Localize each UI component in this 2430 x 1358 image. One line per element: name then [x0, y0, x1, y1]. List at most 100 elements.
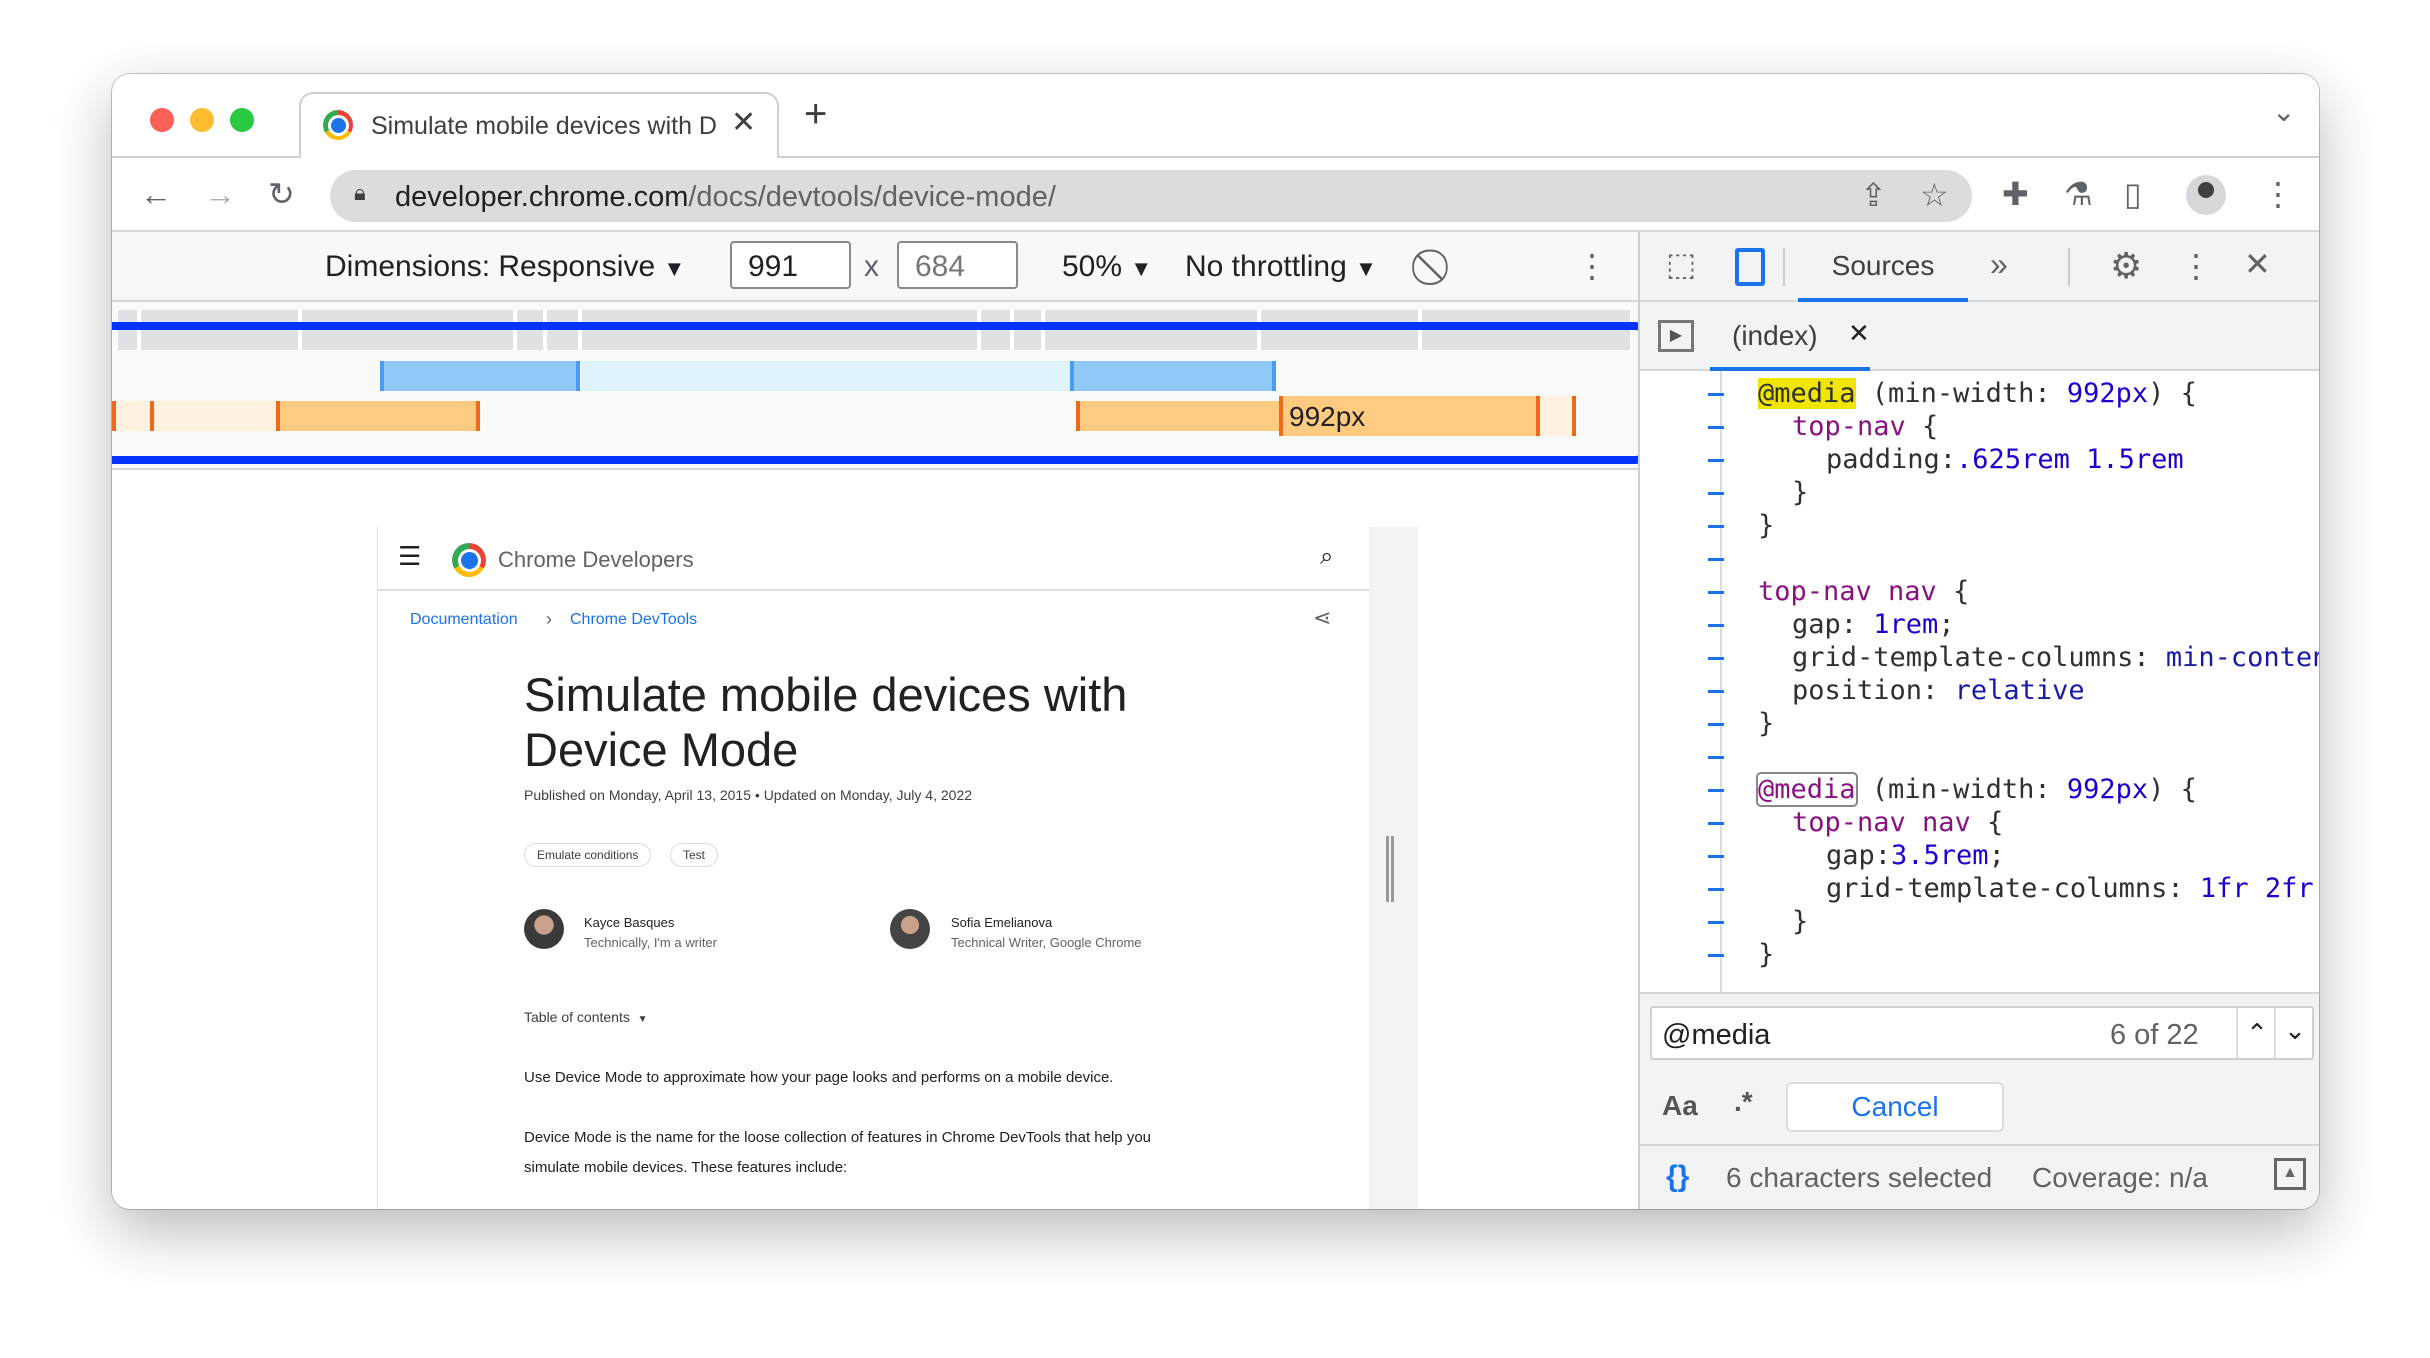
dropdown-arrow-icon: ▼ — [1130, 256, 1153, 281]
search-input[interactable]: @media 6 of 22 ⌃ ⌄ — [1650, 1006, 2314, 1060]
search-icon[interactable]: ⌕ — [1320, 545, 1333, 569]
author-1: Kayce Basques Technically, I'm a writer — [584, 913, 717, 953]
more-tabs-icon[interactable]: » — [1990, 248, 2008, 280]
breadcrumb-documentation[interactable]: Documentation — [410, 611, 518, 629]
height-input[interactable]: 684 — [897, 241, 1018, 289]
title-line: Device Mode — [524, 723, 799, 776]
width-input[interactable]: 991 — [730, 241, 851, 289]
file-tab-label: (index) — [1732, 320, 1818, 351]
previous-match-icon[interactable]: ⌃ — [2236, 1008, 2276, 1058]
times-label: x — [864, 250, 879, 283]
toc-label: Table of contents — [524, 1009, 630, 1025]
file-tab-index[interactable]: (index) ✕ — [1710, 302, 1870, 371]
code-line: padding:.625rem 1.5rem — [1826, 444, 2184, 475]
chrome-menu-icon[interactable]: ⋮ — [2262, 178, 2294, 210]
close-window-button[interactable] — [150, 108, 174, 132]
devtools-toolbar: ⬚ Sources » ⚙ ⋮ ✕ — [1640, 232, 2319, 302]
profile-avatar[interactable] — [2186, 175, 2226, 215]
author-name[interactable]: Sofia Emelianova — [951, 913, 1142, 933]
tab-sources[interactable]: Sources — [1798, 232, 1968, 302]
close-file-icon[interactable]: ✕ — [1848, 318, 1870, 349]
author-avatar[interactable] — [524, 909, 564, 949]
chrome-developers-logo[interactable] — [452, 543, 486, 577]
tag-chip[interactable]: Emulate conditions — [524, 843, 652, 867]
code-line: top-nav nav { — [1792, 807, 2004, 838]
code-line: position: relative — [1792, 675, 2085, 706]
device-toggle-icon[interactable] — [1735, 248, 1765, 286]
maximize-window-button[interactable] — [230, 108, 254, 132]
zoom-dropdown[interactable]: 50% ▼ — [1062, 250, 1152, 284]
url-path: /docs/devtools/device-mode/ — [688, 181, 1056, 213]
close-devtools-icon[interactable]: ✕ — [2244, 248, 2271, 280]
zoom-value: 50% — [1062, 250, 1123, 283]
throttling-dropdown[interactable]: No throttling ▼ — [1185, 250, 1377, 284]
regex-toggle[interactable]: .* — [1734, 1086, 1753, 1118]
search-panel: @media 6 of 22 ⌃ ⌄ Aa .* Cancel — [1640, 992, 2319, 1144]
back-icon[interactable]: ← — [140, 178, 172, 210]
drawer-toggle-icon[interactable]: ▲ — [2274, 1158, 2306, 1190]
minimize-window-button[interactable] — [190, 108, 214, 132]
cancel-button[interactable]: Cancel — [1786, 1082, 2004, 1132]
dimensions-dropdown[interactable]: Dimensions: Responsive ▼ — [325, 250, 685, 284]
code-line: } — [1758, 708, 1775, 739]
gutter-marker — [1708, 591, 1724, 594]
search-match-current: @media — [1758, 378, 1856, 409]
code-line: grid-template-columns: min-content — [1792, 642, 2319, 673]
author-avatar[interactable] — [890, 909, 930, 949]
gutter-marker — [1708, 492, 1724, 495]
gutter-marker — [1708, 756, 1724, 759]
gutter-marker — [1708, 525, 1724, 528]
devtools-menu-icon[interactable]: ⋮ — [2180, 250, 2212, 282]
site-header: ☰ Chrome Developers ⌕ — [378, 527, 1369, 591]
next-match-icon[interactable]: ⌄ — [2274, 1008, 2314, 1058]
gutter-divider — [1720, 371, 1722, 992]
code-line: grid-template-columns: 1fr 2fr — [1826, 873, 2314, 904]
site-name[interactable]: Chrome Developers — [498, 547, 694, 573]
media-query-highlight-outline — [112, 322, 1655, 464]
bookmark-star-icon[interactable]: ☆ — [1920, 179, 1949, 211]
code-line: gap: 1rem; — [1792, 609, 1955, 640]
share-icon[interactable]: ⋖ — [1313, 607, 1331, 629]
paragraph-line: Device Mode is the name for the loose co… — [524, 1129, 1151, 1146]
reload-icon[interactable]: ↻ — [268, 178, 295, 210]
side-panel-icon[interactable]: ▯ — [2124, 178, 2142, 210]
browser-tab[interactable]: Simulate mobile devices with Device Mode… — [299, 92, 779, 160]
new-tab-icon[interactable]: + — [804, 94, 827, 134]
inspect-element-icon[interactable]: ⬚ — [1666, 248, 1696, 280]
labs-flask-icon[interactable]: ⚗ — [2064, 178, 2093, 210]
resize-handle[interactable] — [1386, 836, 1394, 902]
paragraph: Device Mode is the name for the loose co… — [524, 1123, 1151, 1183]
code-line: } — [1792, 477, 1809, 508]
title-line: Simulate mobile devices with — [524, 668, 1128, 721]
table-of-contents-toggle[interactable]: Table of contents ▼ — [524, 1009, 648, 1025]
share-icon[interactable]: ⇪ — [1860, 179, 1887, 211]
hamburger-menu-icon[interactable]: ☰ — [398, 543, 421, 569]
device-toolbar: Dimensions: Responsive ▼ 991 x 684 50% ▼… — [112, 232, 1638, 302]
emulated-page: ☰ Chrome Developers ⌕ Documentation › Ch… — [377, 527, 1369, 1209]
paragraph-line: simulate mobile devices. These features … — [524, 1159, 848, 1176]
tab-title: Simulate mobile devices with Device Mode — [371, 112, 716, 140]
close-tab-icon[interactable]: ✕ — [731, 108, 756, 138]
tag-chip[interactable]: Test — [670, 843, 719, 867]
dropdown-arrow-icon: ▼ — [1355, 256, 1377, 281]
url-text: developer.chrome.com/docs/devtools/devic… — [395, 181, 1056, 214]
gutter-marker — [1708, 624, 1724, 627]
code-editor[interactable]: @media (min-width: 992px) { top-nav { pa… — [1640, 371, 2319, 992]
forward-icon[interactable]: → — [204, 178, 236, 210]
address-bar[interactable]: 🔒︎ developer.chrome.com/docs/devtools/de… — [330, 170, 1972, 222]
code-line: gap:3.5rem; — [1826, 840, 2005, 871]
toggle-navigator-icon[interactable]: ▶ — [1658, 320, 1694, 352]
pretty-print-icon[interactable]: {} — [1666, 1160, 1689, 1194]
author-name[interactable]: Kayce Basques — [584, 913, 717, 933]
chrome-icon — [323, 110, 353, 140]
navigation-bar: ← → ↻ 🔒︎ developer.chrome.com/docs/devto… — [112, 158, 2319, 232]
code-line: } — [1758, 939, 1775, 970]
gutter-marker — [1708, 459, 1724, 462]
device-toolbar-menu-icon[interactable]: ⋮ — [1576, 250, 1608, 282]
extensions-icon[interactable]: ✚ — [2002, 178, 2029, 210]
match-count: 6 of 22 — [2110, 1019, 2199, 1051]
match-case-toggle[interactable]: Aa — [1662, 1090, 1698, 1122]
settings-gear-icon[interactable]: ⚙ — [2110, 248, 2142, 284]
breadcrumb-chrome-devtools[interactable]: Chrome DevTools — [570, 611, 697, 629]
tab-search-chevron-icon[interactable]: ⌄ — [2272, 98, 2295, 126]
